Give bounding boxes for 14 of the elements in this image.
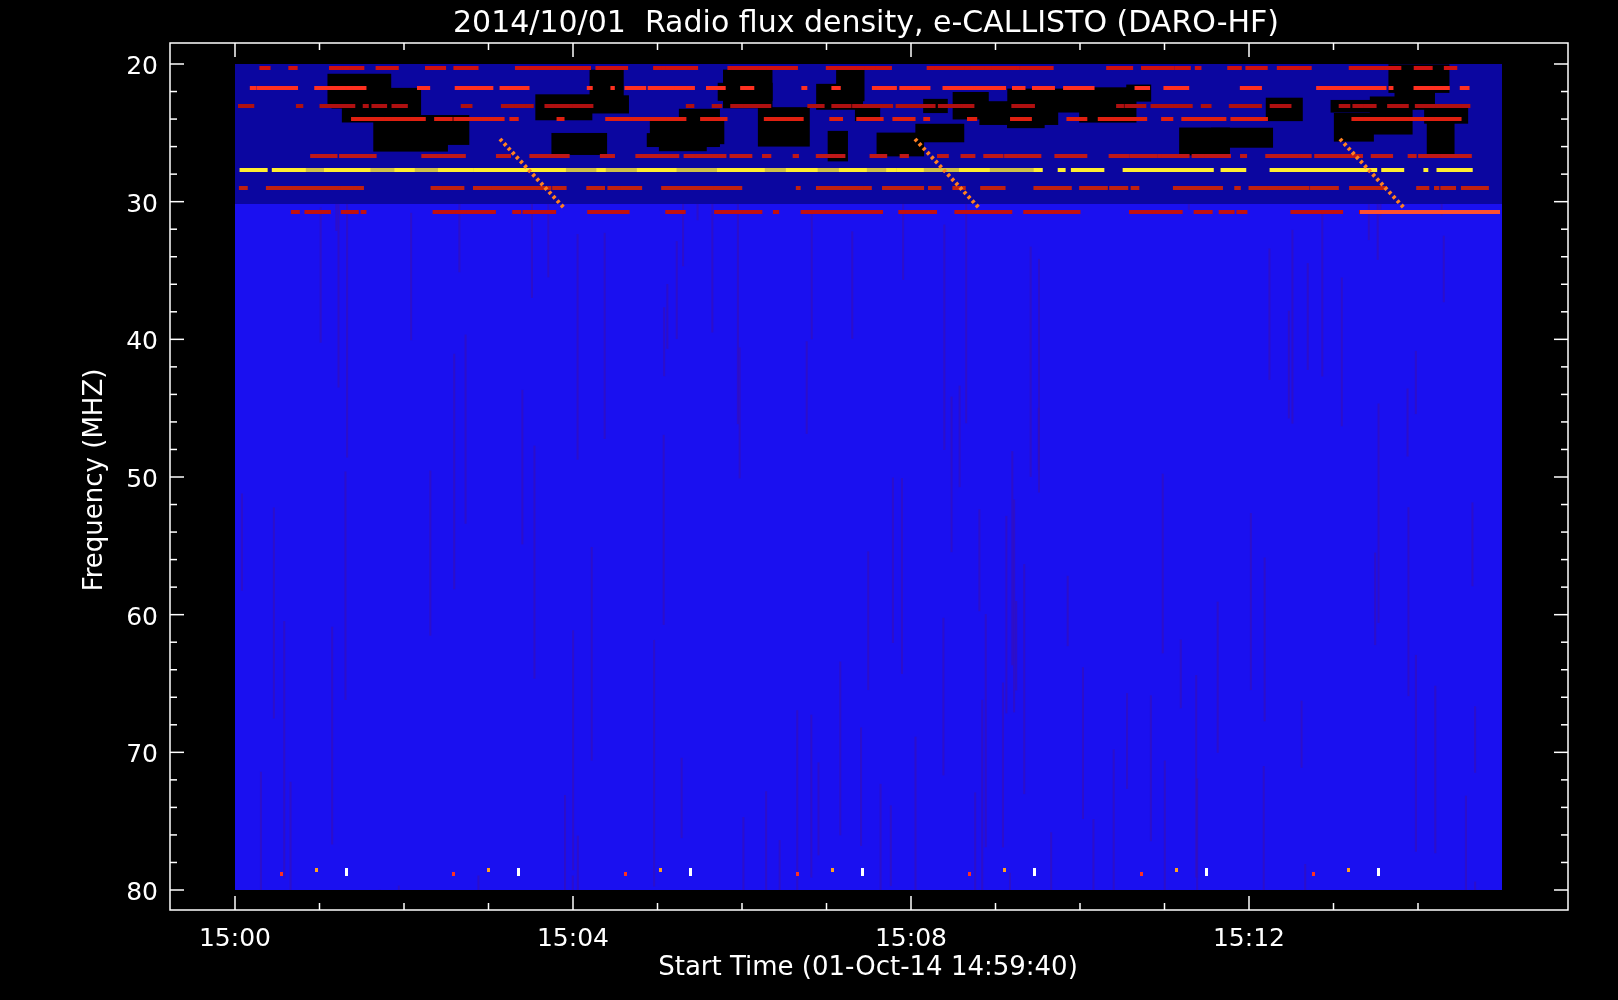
- x-tick-label: 15:08: [875, 923, 947, 952]
- x-axis-label: Start Time (01-Oct-14 14:59:40): [658, 951, 1078, 981]
- x-tick-label: 15:00: [199, 923, 271, 952]
- y-tick-label: 60: [126, 601, 158, 631]
- y-tick-label: 50: [126, 464, 158, 493]
- x-tick-label: 15:12: [1213, 923, 1285, 952]
- x-tick-label: 15:04: [537, 923, 609, 952]
- y-tick-label: 20: [126, 51, 158, 80]
- y-tick-label: 70: [126, 739, 158, 769]
- y-tick-label: 30: [126, 188, 158, 218]
- y-tick-label: 80: [126, 877, 158, 906]
- y-tick-label: 40: [126, 326, 158, 356]
- y-axis-label: Frequency (MHZ): [78, 368, 108, 592]
- chart-title: 2014/10/01 Radio flux density, e-CALLISTO (DARO-HF): [452, 4, 1280, 39]
